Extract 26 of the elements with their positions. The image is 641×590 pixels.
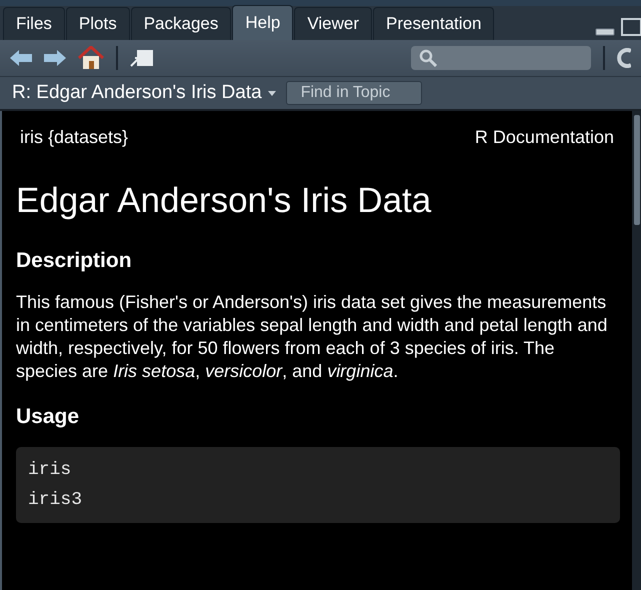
code-block: iris iris3 <box>16 447 620 523</box>
description-paragraph: This famous (Fisher's or Anderson's) iris data set gives the measurements in centimeters of the variables sepal length and width and petal length and width, respectively, for 50 flowers from each of 3 species of iris. The species are Iris setosa, versicolor, and virginica. <box>16 291 608 383</box>
tab[interactable]: Viewer <box>294 7 372 40</box>
back-arrow-icon[interactable] <box>10 49 32 67</box>
doc-title: Edgar Anderson's Iris Data <box>16 181 432 221</box>
tab[interactable]: Help <box>232 5 294 40</box>
topic-title[interactable]: R: Edgar Anderson's Iris Data <box>12 82 262 104</box>
tab[interactable]: Plots <box>66 7 130 40</box>
section-heading: Usage <box>16 405 80 429</box>
search-icon <box>419 49 437 67</box>
minimize-icon[interactable] <box>595 28 615 36</box>
maximize-icon[interactable] <box>621 18 641 36</box>
tab[interactable]: Presentation <box>373 7 494 40</box>
popout-icon[interactable] <box>130 48 154 68</box>
refresh-icon[interactable] <box>617 48 631 68</box>
forward-arrow-icon[interactable] <box>44 49 66 67</box>
home-icon[interactable] <box>78 46 104 70</box>
tab[interactable]: Packages <box>130 7 232 40</box>
search-field[interactable] <box>411 46 591 70</box>
section-heading: Description <box>16 249 133 273</box>
find-in-topic-field[interactable]: Find in Topic <box>286 81 422 105</box>
tab[interactable]: Files <box>3 7 65 40</box>
source-label: R Documentation <box>474 127 614 148</box>
dropdown-caret-icon[interactable] <box>268 90 276 96</box>
scrollbar-thumb[interactable] <box>634 115 640 225</box>
package-label: iris {datasets} <box>20 127 128 148</box>
